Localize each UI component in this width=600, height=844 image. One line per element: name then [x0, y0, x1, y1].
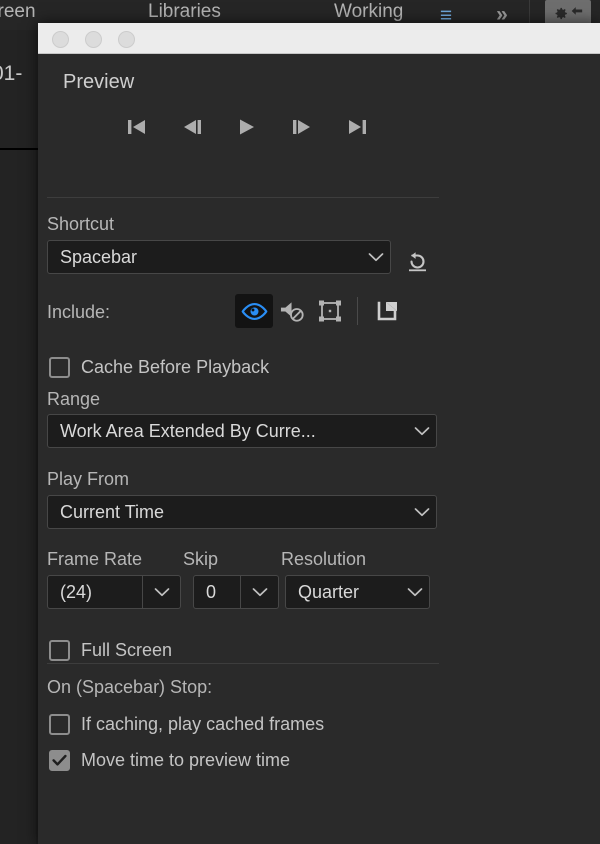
last-frame-button[interactable] [342, 113, 372, 141]
include-video-toggle[interactable] [235, 294, 273, 328]
frame-rate-dropdown-button[interactable] [143, 575, 181, 609]
background-left-lower-panel [0, 150, 36, 844]
revert-icon[interactable] [401, 246, 433, 278]
move-time-to-preview-time-label: Move time to preview time [81, 750, 291, 770]
page-title: Preview [63, 71, 135, 93]
skip-dropdown-button[interactable] [241, 575, 279, 609]
resolution-value: Quarter [298, 581, 360, 602]
on-stop-label: On (Spacebar) Stop: [47, 677, 213, 697]
section-divider-bottom [47, 663, 439, 664]
next-frame-button[interactable] [287, 113, 317, 141]
checkbox-box [49, 640, 70, 661]
preview-panel-window: Preview Shortcut Spacebar Include: Cache… [38, 23, 600, 844]
play-from-value: Current Time [60, 501, 165, 522]
play-button[interactable] [232, 113, 262, 141]
preview-panel-body: Preview Shortcut Spacebar Include: Cache… [38, 54, 600, 844]
checkbox-box [49, 750, 70, 771]
full-screen-checkbox[interactable]: Full Screen [49, 640, 172, 661]
share-export-icon[interactable] [368, 294, 406, 328]
section-divider-top [47, 197, 439, 198]
range-label: Range [47, 389, 101, 409]
checkbox-box [49, 714, 70, 735]
cache-before-playback-checkbox[interactable]: Cache Before Playback [49, 357, 269, 378]
include-label: Include: [47, 302, 111, 322]
move-time-to-preview-time-checkbox[interactable]: Move time to preview time [49, 750, 290, 771]
maximize-button[interactable] [118, 31, 135, 48]
skip-value[interactable]: 0 [193, 575, 241, 609]
include-divider [357, 297, 358, 325]
full-screen-label: Full Screen [81, 640, 173, 660]
range-select[interactable]: Work Area Extended By Curre... [47, 414, 437, 448]
chevron-down-icon [362, 252, 390, 263]
skip-label: Skip [183, 549, 219, 569]
minimize-button[interactable] [85, 31, 102, 48]
chevron-down-icon [408, 426, 436, 437]
include-audio-toggle[interactable] [273, 294, 311, 328]
shortcut-label: Shortcut [47, 214, 115, 234]
transport-controls [122, 113, 372, 141]
shortcut-value: Spacebar [60, 246, 138, 267]
cache-before-playback-label: Cache Before Playback [81, 357, 270, 377]
close-button[interactable] [52, 31, 69, 48]
if-caching-play-cached-frames-checkbox[interactable]: If caching, play cached frames [49, 714, 324, 735]
resolution-select[interactable]: Quarter [285, 575, 430, 609]
checkbox-box [49, 357, 70, 378]
include-toggle-row [235, 294, 406, 328]
window-titlebar[interactable] [38, 23, 600, 54]
if-caching-play-cached-frames-label: If caching, play cached frames [81, 714, 325, 734]
play-from-select[interactable]: Current Time [47, 495, 437, 529]
previous-frame-button[interactable] [177, 113, 207, 141]
chevron-down-icon [401, 587, 429, 598]
range-value: Work Area Extended By Curre... [60, 420, 316, 441]
include-overlays-toggle[interactable] [311, 294, 349, 328]
resolution-label: Resolution [281, 549, 367, 569]
bg-panel-label: 01- [0, 62, 23, 85]
frame-rate-label: Frame Rate [47, 549, 143, 569]
play-from-label: Play From [47, 469, 130, 489]
chevron-down-icon [408, 507, 436, 518]
shortcut-select[interactable]: Spacebar [47, 240, 391, 274]
bg-tab-libraries[interactable]: Libraries [148, 1, 221, 23]
frame-rate-value[interactable]: (24) [47, 575, 143, 609]
first-frame-button[interactable] [122, 113, 152, 141]
bg-tab-working[interactable]: Working [334, 1, 403, 23]
bg-tab-screen[interactable]: creen [0, 1, 36, 23]
